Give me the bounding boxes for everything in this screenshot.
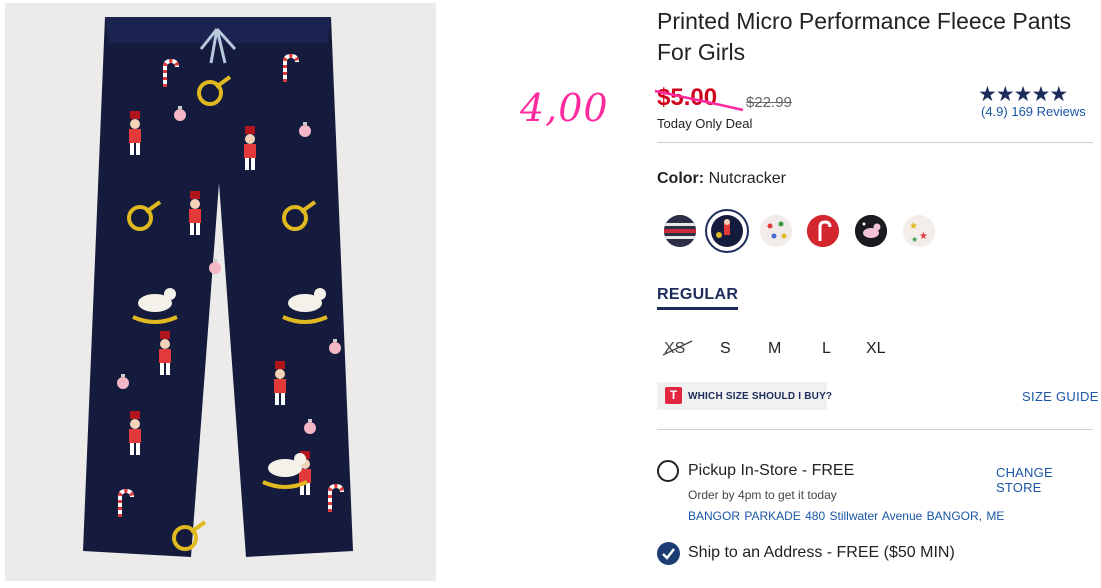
reviews-link[interactable]: (4.9) 169 Reviews [981,104,1086,119]
color-selected-value: Nutcracker [708,170,786,187]
star-icon: ★ [1049,83,1068,106]
checkmark-icon [662,548,675,560]
deal-label: Today Only Deal [657,116,753,131]
divider [657,142,1093,143]
pants-illustration [83,17,353,557]
svg-text:★: ★ [919,231,928,242]
swatch-dots[interactable] [760,215,792,247]
product-image[interactable] [5,3,436,581]
svg-text:★: ★ [909,221,918,232]
ship-radio-checked[interactable] [657,542,680,565]
swatch-stars[interactable]: ★ ★ ★ [903,215,935,247]
star-icon: ★ [1031,83,1050,106]
star-icon: ★ [1013,83,1033,106]
original-price: $22.99 [746,94,792,111]
size-guide-link[interactable]: SIZE GUIDE [1022,389,1099,404]
pickup-label[interactable]: Pickup In-Store - FREE [688,462,854,480]
star-icon: ★ [995,83,1015,106]
size-option-m[interactable]: M [768,340,781,358]
size-option-l[interactable]: L [822,340,831,358]
swatch-unicorn[interactable] [855,215,887,247]
true-fit-icon: T [665,387,682,404]
size-option-xl[interactable]: XL [866,340,886,358]
swatch-nutcracker[interactable] [705,209,749,253]
nutcracker-pattern-icon [711,215,743,247]
candy-cane-icon [807,215,839,247]
change-store-link[interactable]: CHANGE STORE [996,465,1101,495]
swatch-fair-isle[interactable] [664,215,696,247]
color-label-key: Color: [657,170,705,187]
ship-label[interactable]: Ship to an Address - FREE ($50 MIN) [688,544,955,562]
active-tab-indicator [657,307,738,310]
swatch-candy-cane[interactable] [807,215,839,247]
color-label: Color: Nutcracker [657,170,786,188]
svg-text:★: ★ [911,235,918,244]
pickup-radio[interactable] [657,460,679,482]
pickup-cutoff-note: Order by 4pm to get it today [688,488,837,502]
fair-isle-pattern-icon [664,215,696,247]
size-tab-regular[interactable]: REGULAR [657,286,738,304]
handwritten-price-annotation: 4,00 [520,86,609,130]
price-scribble [654,89,744,112]
unicorn-icon [855,215,887,247]
size-option-s[interactable]: S [720,340,731,358]
divider [657,429,1093,430]
product-title: Printed Micro Performance Fleece Pants F… [657,8,1072,65]
star-icon: ★ [978,83,997,106]
store-address-link[interactable]: BANGOR PARKADE 480 Stillwater Avenue BAN… [688,509,1004,523]
unavailable-strike-icon [662,340,693,356]
dots-pattern-icon [760,215,792,247]
size-help-label: WHICH SIZE SHOULD I BUY? [688,391,833,402]
stars-pattern-icon: ★ ★ ★ [903,215,935,247]
